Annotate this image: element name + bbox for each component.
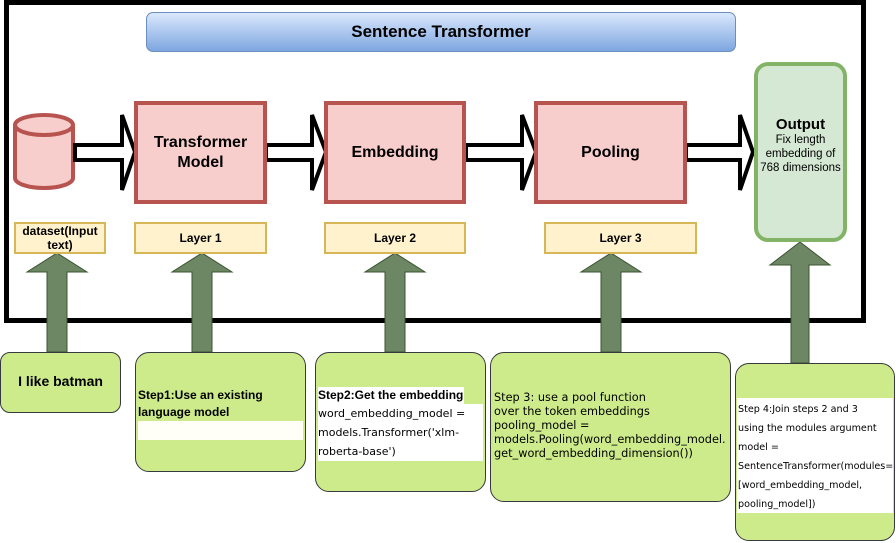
embedding-block: Embedding xyxy=(324,101,466,204)
note-line: language model xyxy=(138,405,230,419)
note-code: Step 4:Join steps 2 and 3 using the modu… xyxy=(737,398,893,513)
block-label: Pooling xyxy=(581,143,640,161)
note-code: word_embedding_model = models.Transforme… xyxy=(318,404,483,461)
block-label: Transformer Model xyxy=(153,133,248,171)
pooling-block: Pooling xyxy=(534,101,687,204)
note-line: roberta-base') xyxy=(318,445,396,458)
note-line: over the token embeddings xyxy=(494,405,650,418)
output-subtitle: Fix length embedding of 768 dimensions xyxy=(760,133,841,174)
layer-label-1: Layer 1 xyxy=(134,222,267,254)
up-arrow-5 xyxy=(768,241,832,364)
note-text: I like batman xyxy=(18,373,103,389)
layer-label-dataset: dataset(Input text) xyxy=(14,222,106,254)
note-line: SentenceTransformer(modules= xyxy=(738,461,894,472)
flow-arrow-4 xyxy=(684,114,756,191)
note-input-example: I like batman xyxy=(0,352,121,413)
up-arrow-2 xyxy=(170,252,234,353)
block-label: Embedding xyxy=(351,143,439,161)
flow-arrow-3 xyxy=(464,114,539,191)
note-line: models.Transformer('xlm- xyxy=(318,426,460,439)
layer-label-2: Layer 2 xyxy=(324,222,466,254)
note-line: word_embedding_model = xyxy=(318,407,466,420)
note-line: Step1:Use an existing xyxy=(138,388,263,402)
note-text: Step1:Use an existing language model xyxy=(138,387,263,421)
flow-arrow-2 xyxy=(264,114,329,191)
output-block: Output Fix length embedding of 768 dimen… xyxy=(754,62,847,242)
note-line: using the modules argument xyxy=(738,423,877,434)
note-line: Step 3: use a pool function xyxy=(494,391,646,404)
note-heading: Step2:Get the embedding xyxy=(318,387,465,404)
note-line: models.Pooling(word_embedding_model. xyxy=(494,433,726,446)
note-step-1: Step1:Use an existing language model xyxy=(135,352,306,472)
note-step-4: Step 4:Join steps 2 and 3 using the modu… xyxy=(735,363,895,541)
note-line: [word_embedding_model, xyxy=(738,480,863,491)
flow-arrow-1 xyxy=(73,114,138,191)
note-text: Step 3: use a pool function over the tok… xyxy=(494,391,726,461)
output-title: Output xyxy=(775,115,826,133)
note-highlight xyxy=(138,421,303,440)
layer-text: Layer 3 xyxy=(599,231,642,245)
note-step-2: Step2:Get the embedding word_embedding_m… xyxy=(315,352,486,492)
transformer-model-block: Transformer Model xyxy=(134,101,267,204)
up-arrow-3 xyxy=(363,252,427,353)
note-line: pooling_model = xyxy=(494,419,590,432)
layer-text: Layer 2 xyxy=(373,231,417,245)
up-arrow-1 xyxy=(25,252,89,353)
layer-label-3: Layer 3 xyxy=(544,222,697,254)
database-cylinder-icon xyxy=(13,113,75,190)
note-line: Step 4:Join steps 2 and 3 xyxy=(738,404,858,415)
note-step-3: Step 3: use a pool function over the tok… xyxy=(490,352,731,502)
layer-text: dataset(Input text) xyxy=(22,224,98,252)
note-line: model = xyxy=(738,442,779,453)
layer-text: Layer 1 xyxy=(179,231,222,245)
up-arrow-4 xyxy=(579,252,643,353)
note-line: pooling_model]) xyxy=(738,499,816,510)
note-line: get_word_embedding_dimension()) xyxy=(494,447,693,460)
